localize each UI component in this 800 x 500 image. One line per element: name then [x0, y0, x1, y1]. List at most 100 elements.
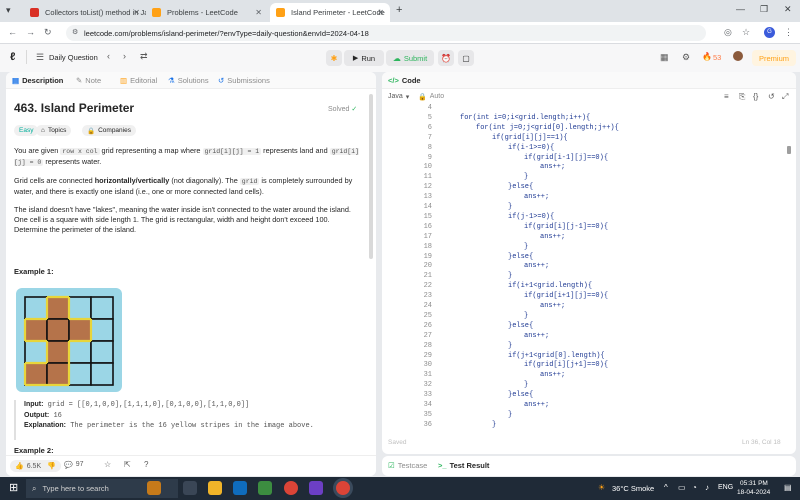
companies-chip[interactable]: 🔒 Companies	[82, 125, 136, 136]
browser-tab-problems[interactable]: Problems - LeetCode ✕	[146, 3, 268, 22]
code-line[interactable]: 31 ans++;	[382, 370, 796, 380]
eye-off-icon[interactable]: ◎	[724, 27, 732, 38]
tab-description[interactable]: ▤ Description	[12, 76, 63, 85]
window-close-icon[interactable]: ✕	[784, 4, 792, 15]
code-line[interactable]: 19}else{	[382, 252, 796, 262]
code-tab[interactable]: </> Code	[388, 76, 421, 85]
close-tab-icon[interactable]: ✕	[255, 8, 262, 17]
weather-text[interactable]: 36°C Smoke	[612, 484, 654, 493]
file-explorer-icon[interactable]	[208, 481, 222, 495]
store-app-icon[interactable]	[258, 481, 272, 495]
language-select[interactable]: Java ▾	[388, 93, 409, 101]
reload-icon[interactable]: ↻	[44, 27, 52, 38]
format-lines-icon[interactable]: ≡	[724, 92, 729, 101]
network-icon[interactable]: ▭	[678, 483, 686, 492]
layout-grid-icon[interactable]: ▦	[660, 52, 669, 63]
close-tab-icon[interactable]: ✕	[377, 8, 384, 17]
code-line[interactable]: 25}	[382, 311, 796, 321]
leetcode-logo-icon[interactable]: ℓ	[10, 51, 15, 63]
code-line[interactable]: 23 if(grid[i+1][j]==0){	[382, 291, 796, 301]
code-line[interactable]: 7 if(grid[i][j]==1){	[382, 133, 796, 143]
site-info-icon[interactable]: ⚙	[72, 28, 78, 36]
browser-tab-collectors[interactable]: Collectors toList() method in Jav ✕	[24, 3, 146, 22]
back-icon[interactable]: ←	[8, 27, 17, 37]
timer-button[interactable]: ⏰	[438, 50, 454, 66]
browser-tab-island-perimeter[interactable]: Island Perimeter - LeetCode ✕	[270, 3, 390, 22]
reset-icon[interactable]: ↺	[768, 92, 775, 101]
favorite-star-icon[interactable]: ☆	[104, 460, 111, 469]
code-line[interactable]: 34 ans++;	[382, 400, 796, 410]
code-line[interactable]: 11}	[382, 172, 796, 182]
problem-list-icon[interactable]: ☰	[36, 52, 44, 63]
new-tab-icon[interactable]: +	[396, 4, 402, 16]
clock-time[interactable]: 05:31 PM	[740, 480, 768, 487]
code-line[interactable]: 24 ans++;	[382, 301, 796, 311]
close-tab-icon[interactable]: ✕	[133, 8, 140, 17]
url-field[interactable]: ⚙ leetcode.com/problems/island-perimeter…	[66, 25, 706, 41]
premium-button[interactable]: Premium	[752, 50, 796, 66]
wifi-icon[interactable]: ◔	[692, 483, 697, 492]
code-scrollbar-thumb[interactable]	[787, 146, 791, 154]
code-line[interactable]: 10 ans++;	[382, 162, 796, 172]
code-line[interactable]: 21}	[382, 271, 796, 281]
code-line[interactable]: 29 if(j+1<grid[0].length){	[382, 351, 796, 361]
code-line[interactable]: 12}else{	[382, 182, 796, 192]
taskbar-app-icon[interactable]	[147, 481, 161, 495]
code-line[interactable]: 4	[382, 103, 796, 113]
code-line[interactable]: 17 ans++;	[382, 232, 796, 242]
scrollbar-thumb[interactable]	[369, 94, 373, 259]
shuffle-icon[interactable]: ⇄	[140, 51, 148, 62]
language-indicator[interactable]: ENG	[718, 484, 733, 491]
intellij-icon[interactable]	[309, 481, 323, 495]
testcase-tab[interactable]: ☑ Testcase	[388, 461, 427, 470]
code-line[interactable]: 13 ans++;	[382, 192, 796, 202]
code-line[interactable]: 9 if(grid[i-1][j]==0){	[382, 153, 796, 163]
like-button[interactable]: 👍 6.5K 👎	[10, 460, 61, 472]
test-result-tab[interactable]: >_ Test Result	[438, 461, 489, 470]
help-icon[interactable]: ?	[144, 460, 148, 469]
tab-submissions[interactable]: ↺ Submissions	[218, 76, 270, 85]
topics-chip[interactable]: ⌂ Topics	[36, 125, 72, 136]
fullscreen-icon[interactable]: ⤢	[782, 92, 788, 102]
tab-list-icon[interactable]: ▾	[6, 5, 11, 16]
code-line[interactable]: 15 if(j-1>=0){	[382, 212, 796, 222]
minimize-icon[interactable]: —	[736, 4, 745, 14]
code-line[interactable]: 28}	[382, 341, 796, 351]
code-line[interactable]: 26}else{	[382, 321, 796, 331]
code-line[interactable]: 27 ans++;	[382, 331, 796, 341]
task-view-icon[interactable]	[183, 481, 197, 495]
chrome-active-icon[interactable]	[336, 481, 350, 495]
browser-menu-icon[interactable]: ⋮	[784, 27, 793, 38]
code-line[interactable]: 32}	[382, 380, 796, 390]
code-editor[interactable]: 4 5 for(int i=0;i<grid.length;i++){6 for(in…	[382, 103, 796, 433]
clock-date[interactable]: 18-04-2024	[737, 489, 770, 496]
tab-note[interactable]: ✎ Note	[76, 76, 101, 85]
tray-chevron-icon[interactable]: ^	[664, 483, 668, 492]
submit-button[interactable]: ☁ Submit	[386, 50, 434, 66]
streak-count[interactable]: 53	[713, 53, 721, 62]
run-button[interactable]: ▶ Run	[344, 50, 384, 66]
daily-question-link[interactable]: Daily Question	[49, 53, 98, 62]
notifications-icon[interactable]: ▤	[784, 483, 792, 492]
code-line[interactable]: 16 if(grid[i][j-1]==0){	[382, 222, 796, 232]
comments-button[interactable]: 💬 97	[64, 461, 84, 469]
settings-gear-icon[interactable]: ⚙	[682, 52, 690, 63]
code-line[interactable]: 18}	[382, 242, 796, 252]
code-line[interactable]: 6 for(int j=0;j<grid[0].length;j++){	[382, 123, 796, 133]
bookmark-icon[interactable]: ⎘	[739, 92, 745, 102]
code-line[interactable]: 14}	[382, 202, 796, 212]
bookmark-star-icon[interactable]: ☆	[742, 27, 750, 38]
auto-format-toggle[interactable]: 🔒 Auto	[418, 93, 444, 101]
tab-solutions[interactable]: ⚗ Solutions	[168, 76, 209, 85]
code-line[interactable]: 30 if(grid[i][j+1]==0){	[382, 360, 796, 370]
code-line[interactable]: 8 if(i-1>=0){	[382, 143, 796, 153]
code-line[interactable]: 35}	[382, 410, 796, 420]
difficulty-badge[interactable]: Easy	[14, 125, 39, 136]
restore-icon[interactable]: ❐	[760, 4, 768, 15]
braces-icon[interactable]: {}	[753, 92, 758, 101]
forward-icon[interactable]: →	[26, 27, 35, 37]
code-line[interactable]: 36}	[382, 420, 796, 430]
prev-problem-icon[interactable]: ‹	[107, 51, 110, 61]
notes-button[interactable]: ▢	[458, 50, 474, 66]
code-line[interactable]: 33}else{	[382, 390, 796, 400]
